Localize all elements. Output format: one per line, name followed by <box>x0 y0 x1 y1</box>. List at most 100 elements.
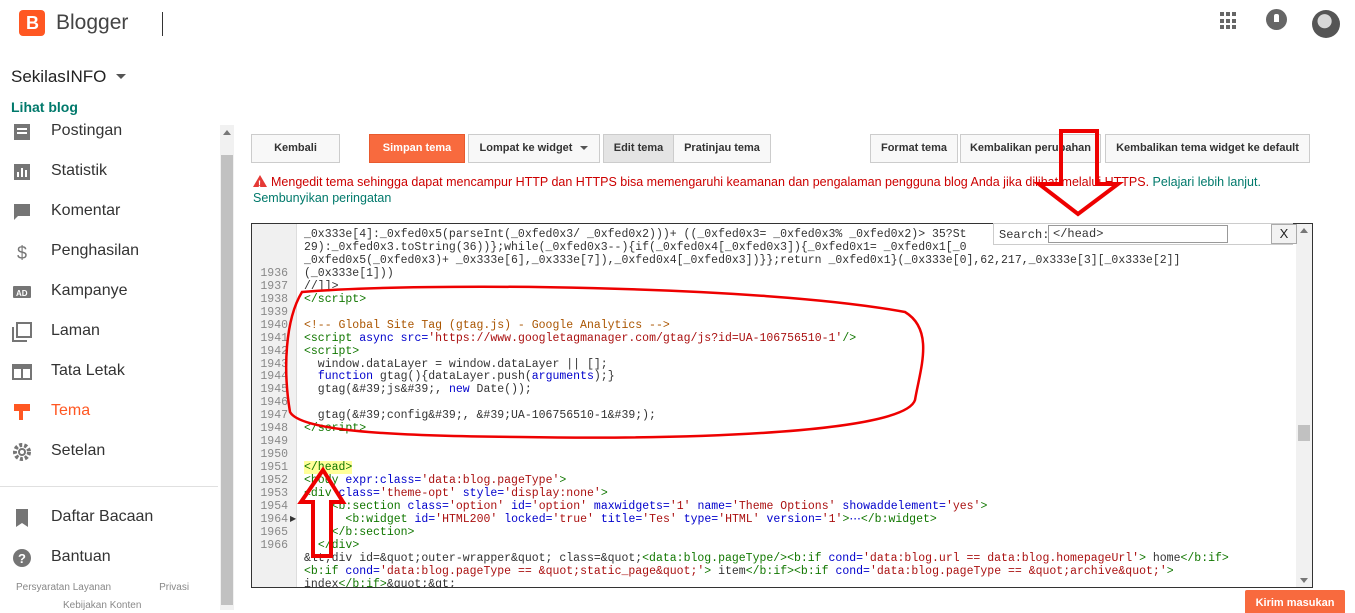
scrollbar-thumb[interactable] <box>221 155 233 605</box>
blog-selector[interactable]: SekilasINFO <box>11 67 106 87</box>
sidebar-item-statistik[interactable]: Statistik <box>0 153 218 193</box>
code-text: <script> <box>304 344 360 358</box>
code-line[interactable]: <b:if cond='data:blog.pageType == &quot;… <box>252 565 1297 578</box>
content-policy-link[interactable]: Kebijakan Konten <box>63 600 141 611</box>
blogger-logo-icon[interactable]: B <box>19 10 45 36</box>
line-number: 1966 <box>260 538 288 552</box>
code-text: <!-- Global Site Tag (gtag.js) - Google … <box>304 318 670 332</box>
fold-arrow-icon[interactable]: ▶ <box>290 513 296 526</box>
code-line[interactable]: 1947 gtag(&#39;config&#39;, &#39;UA-1067… <box>252 409 1297 422</box>
send-feedback-button[interactable]: Kirim masukan <box>1245 590 1345 613</box>
svg-text:AD: AD <box>16 289 28 298</box>
code-line[interactable]: 1966 </div> <box>252 539 1297 552</box>
line-number: 1964 <box>260 512 288 526</box>
line-number: 1954 <box>260 499 288 513</box>
line-number: 1951 <box>260 461 288 475</box>
code-line[interactable]: 1944 function gtag(){dataLayer.push(argu… <box>252 370 1297 383</box>
code-line[interactable]: 1951 </head> <box>252 461 1297 475</box>
editor-scrollbar[interactable] <box>1296 224 1312 587</box>
code-line[interactable]: 1965 </b:section> <box>252 526 1297 539</box>
code-text: </script> <box>304 422 367 436</box>
sidebar-item-kampanye[interactable]: AD Kampanye <box>0 273 218 313</box>
code-line[interactable]: 1949 <box>252 435 1297 448</box>
code-line[interactable]: 1952 <body expr:class='data:blog.pageType… <box>252 474 1297 487</box>
comment-icon <box>14 204 30 220</box>
code-line[interactable]: 1937 //]]> <box>252 280 1297 293</box>
revert-changes-button[interactable]: Kembalikan perubahan <box>960 134 1101 163</box>
avatar[interactable] <box>1312 10 1340 38</box>
svg-text:$: $ <box>17 243 27 262</box>
save-theme-button[interactable]: Simpan tema <box>369 134 465 163</box>
learn-more-link[interactable]: Pelajari lebih lanjut. <box>1153 175 1261 189</box>
ad-icon: AD <box>13 286 31 298</box>
scrollbar-thumb[interactable] <box>1298 425 1310 441</box>
code-line[interactable]: 1940 <!-- Global Site Tag (gtag.js) - Goo… <box>252 319 1297 332</box>
code-editor[interactable]: _0x333e[4]:_0xfed0x5(parseInt(_0xfed0x3/… <box>251 223 1313 588</box>
code-line[interactable]: 1945 gtag(&#39;js&#39;, new Date()); <box>252 383 1297 396</box>
code-line[interactable]: _0xfed0x5(_0xfed0x3)+ _0x333e[6],_0x333e… <box>252 254 1297 267</box>
code-line[interactable]: 1941 <script async src='https://www.googl… <box>252 332 1297 345</box>
app-title[interactable]: Blogger <box>56 11 128 35</box>
sidebar-item-tema[interactable]: Tema <box>0 393 218 433</box>
jump-to-widget-dropdown[interactable]: Lompat ke widget <box>468 134 600 163</box>
sidebar-item-penghasilan[interactable]: $ Penghasilan <box>0 233 218 273</box>
sidebar-item-setelan[interactable]: Setelan <box>0 433 218 473</box>
code-line[interactable]: 1954 <b:section class='option' id='optio… <box>252 500 1297 513</box>
revert-widget-default-button[interactable]: Kembalikan tema widget ke default <box>1105 134 1310 163</box>
chevron-down-icon <box>580 146 589 151</box>
terms-link[interactable]: Persyaratan Layanan <box>16 582 111 593</box>
line-number: 1947 <box>260 409 288 423</box>
privacy-link[interactable]: Privasi <box>159 582 189 593</box>
code-line[interactable]: 1950 <box>252 448 1297 461</box>
stats-icon <box>14 164 30 180</box>
sidebar-item-komentar[interactable]: Komentar <box>0 193 218 233</box>
bell-icon[interactable] <box>1266 9 1287 30</box>
code-line[interactable]: 1942 <script> <box>252 345 1297 358</box>
theme-icon <box>14 404 30 420</box>
code-text: gtag(&#39;js&#39;, new Date()); <box>304 383 532 397</box>
search-input[interactable] <box>1048 225 1228 243</box>
sidebar-item-postingan[interactable]: Postingan <box>0 114 218 153</box>
code-line[interactable]: index</b:if>&quot;&gt; <box>252 578 1297 587</box>
code-line[interactable]: 1939 <box>252 306 1297 319</box>
sidebar-item-label: Bantuan <box>51 548 111 565</box>
view-blog-link[interactable]: Lihat blog <box>11 99 78 115</box>
dismiss-warning-link[interactable]: Sembunyikan peringatan <box>253 191 391 205</box>
help-icon: ? <box>13 549 31 567</box>
line-number: 1937 <box>260 279 288 293</box>
format-theme-button[interactable]: Format tema <box>870 134 958 163</box>
sidebar-item-label: Daftar Bacaan <box>51 508 154 525</box>
scroll-down-icon[interactable] <box>1300 578 1308 583</box>
close-search-button[interactable]: X <box>1271 224 1297 244</box>
scroll-up-icon[interactable] <box>1300 228 1308 233</box>
code-text: gtag(&#39;config&#39;, &#39;UA-106756510… <box>304 409 656 423</box>
dollar-icon: $ <box>17 243 27 262</box>
sidebar-scrollbar[interactable] <box>220 125 234 610</box>
chevron-down-icon[interactable] <box>116 74 126 79</box>
code-text: </script> <box>304 292 367 306</box>
code-line[interactable]: 1953 <div class='theme-opt' style='displa… <box>252 487 1297 500</box>
sidebar-item-tata-letak[interactable]: Tata Letak <box>0 353 218 393</box>
scroll-up-icon[interactable] <box>223 130 231 135</box>
code-line[interactable]: 1948 </script> <box>252 422 1297 435</box>
code-line[interactable]: 1946 <box>252 396 1297 409</box>
apps-grid-icon[interactable] <box>1220 12 1238 30</box>
https-warning: Mengedit tema sehingga dapat mencampur H… <box>253 174 1313 206</box>
sidebar-item-daftar-bacaan[interactable]: Daftar Bacaan <box>0 499 218 539</box>
code-line[interactable]: 1938 </script> <box>252 293 1297 306</box>
preview-theme-button[interactable]: Pratinjau tema <box>673 134 771 163</box>
edit-theme-button[interactable]: Edit tema <box>603 134 674 163</box>
back-button[interactable]: Kembali <box>251 134 340 163</box>
line-number: 1946 <box>260 396 288 410</box>
code-line[interactable]: 1943 window.dataLayer = window.dataLayer… <box>252 358 1297 371</box>
code-line[interactable]: &lt;div id=&quot;outer-wrapper&quot; cla… <box>252 552 1297 565</box>
sidebar-item-bantuan[interactable]: ? Bantuan <box>0 539 218 579</box>
line-number: 1938 <box>260 292 288 306</box>
code-text: </head> <box>304 461 353 475</box>
jump-to-widget-label: Lompat ke widget <box>479 142 573 154</box>
code-line[interactable]: 1936 (_0x333e[1])) <box>252 267 1297 280</box>
sidebar-item-laman[interactable]: Laman <box>0 313 218 353</box>
sidebar-item-label: Kampanye <box>51 282 128 299</box>
code-text: <script async src='https://www.googletag… <box>304 331 857 345</box>
code-line[interactable]: 1964 <b:widget id='HTML200' locked='true… <box>252 513 1297 526</box>
